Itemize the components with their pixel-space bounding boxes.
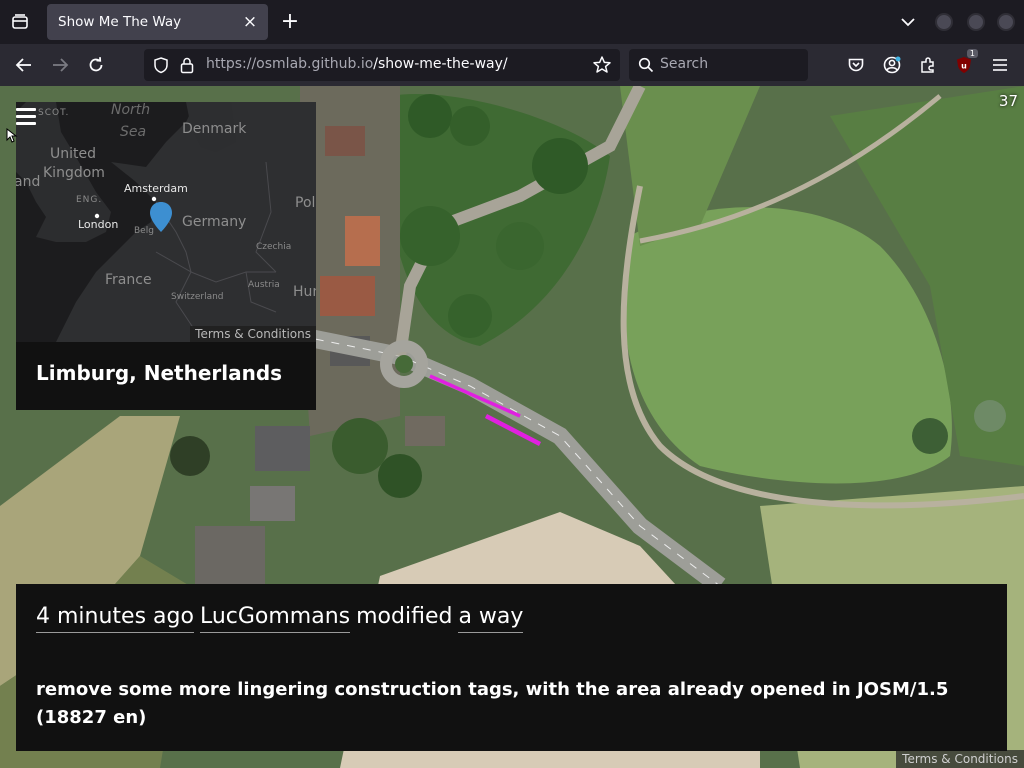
- label-scotland: SCOT.: [38, 108, 70, 118]
- tab-list-dropdown[interactable]: [896, 12, 920, 32]
- tab-title: Show Me The Way: [58, 14, 182, 30]
- label-united-kingdom-2: Kingdom: [43, 165, 105, 181]
- url-bar[interactable]: https://osmlab.github.io/show-me-the-way…: [144, 49, 620, 81]
- label-france: France: [105, 272, 152, 288]
- label-united-kingdom: United: [50, 146, 96, 162]
- shield-icon[interactable]: [152, 56, 170, 74]
- label-germany: Germany: [182, 214, 247, 230]
- label-austria: Austria: [248, 280, 280, 290]
- account-icon: [883, 56, 901, 74]
- svg-text:u: u: [961, 62, 967, 71]
- changeset-verb: modified: [356, 604, 453, 629]
- minimize-button[interactable]: [935, 13, 953, 31]
- puzzle-icon: [921, 57, 934, 73]
- star-bookmark-icon[interactable]: [592, 55, 612, 75]
- close-icon: ×: [242, 12, 258, 32]
- changeset-headline: 4 minutes ago LucGommans modified a way: [36, 604, 524, 633]
- menu-toggle-button[interactable]: [16, 108, 36, 126]
- pocket-icon: [848, 58, 864, 72]
- search-icon: [638, 57, 654, 73]
- hamburger-line: [16, 115, 36, 118]
- navigation-toolbar: https://osmlab.github.io/show-me-the-way…: [0, 44, 1024, 86]
- url-host: https://osmlab.github.io: [206, 56, 374, 72]
- search-input[interactable]: Search: [629, 49, 808, 81]
- ublock-badge-count: 1: [966, 49, 978, 58]
- back-button[interactable]: [12, 53, 36, 77]
- change-counter: 37: [998, 92, 1018, 110]
- changeset-comment: remove some more lingering construction …: [36, 679, 949, 728]
- label-north-sea-2: Sea: [120, 124, 147, 140]
- map-attribution-link[interactable]: Terms & Conditions: [896, 750, 1024, 768]
- arrow-right-icon: [53, 58, 69, 72]
- app-menu-button[interactable]: [988, 53, 1012, 77]
- extensions-button[interactable]: [916, 53, 940, 77]
- account-button[interactable]: [880, 53, 904, 77]
- tab-show-me-the-way[interactable]: Show Me The Way ×: [47, 4, 268, 40]
- label-denmark: Denmark: [182, 121, 247, 137]
- search-placeholder: Search: [660, 56, 709, 72]
- changeset-time-link[interactable]: 4 minutes ago: [36, 604, 194, 633]
- satellite-map[interactable]: 37 Terms & Conditions SCOT. North Sea De…: [0, 86, 1024, 768]
- hamburger-menu-icon: [993, 59, 1007, 71]
- overview-minimap[interactable]: SCOT. North Sea Denmark United Kingdom a…: [16, 102, 316, 342]
- reload-icon: [89, 57, 103, 72]
- label-amsterdam: Amsterdam: [124, 182, 188, 195]
- arrow-left-icon: [15, 58, 31, 72]
- forward-button[interactable]: [48, 53, 72, 77]
- object-link[interactable]: a way: [458, 604, 524, 633]
- label-london: London: [78, 218, 119, 231]
- mouse-cursor-icon: [6, 128, 18, 143]
- overview-panel: SCOT. North Sea Denmark United Kingdom a…: [16, 102, 316, 410]
- ublock-button[interactable]: u 1: [952, 49, 978, 77]
- tab-list-icon: [12, 14, 28, 29]
- label-poland-partial: Pol: [295, 195, 316, 211]
- label-ireland-partial: and: [16, 174, 41, 190]
- label-england: ENG.: [76, 195, 103, 205]
- location-marker-icon: [150, 202, 172, 232]
- tab-bar: Show Me The Way × +: [0, 0, 1024, 44]
- label-north-sea: North: [111, 102, 151, 118]
- label-switzerland: Switzerland: [171, 292, 224, 302]
- tab-overview-button[interactable]: [8, 10, 32, 34]
- reload-button[interactable]: [84, 53, 108, 77]
- url-text[interactable]: https://osmlab.github.io/show-me-the-way…: [206, 56, 508, 72]
- changeset-panel: 4 minutes ago LucGommans modified a way rem…: [16, 584, 1007, 751]
- chevron-down-icon: [901, 18, 915, 27]
- label-czechia: Czechia: [256, 242, 292, 252]
- hamburger-line: [16, 122, 36, 125]
- location-title: Limburg, Netherlands: [36, 361, 283, 385]
- label-hungary-partial: Hun: [293, 284, 316, 300]
- lock-icon[interactable]: [179, 56, 195, 74]
- new-tab-button[interactable]: +: [278, 10, 302, 34]
- ublock-shield-icon: u: [957, 57, 971, 73]
- user-profile-link[interactable]: LucGommans: [199, 604, 351, 633]
- hamburger-line: [16, 108, 36, 111]
- maximize-button[interactable]: [967, 13, 985, 31]
- plus-icon: +: [280, 9, 300, 34]
- url-path: /show-me-the-way/: [373, 56, 508, 72]
- tab-close-button[interactable]: ×: [240, 12, 260, 32]
- pocket-button[interactable]: [844, 53, 868, 77]
- minimap-attribution-link[interactable]: Terms & Conditions: [190, 326, 316, 342]
- close-window-button[interactable]: [997, 13, 1015, 31]
